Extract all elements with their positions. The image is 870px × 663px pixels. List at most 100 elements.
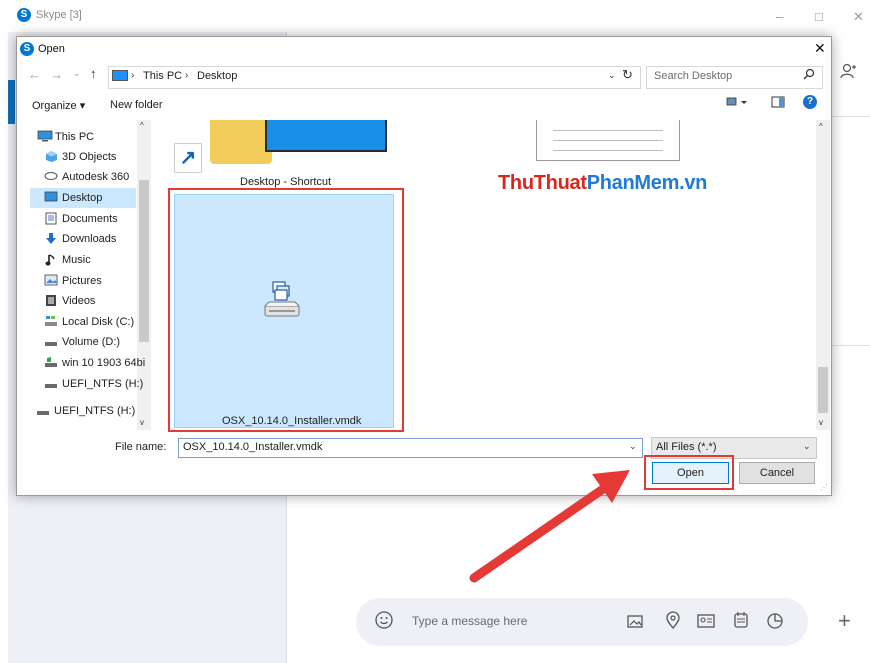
nav-item-autodesk-360[interactable]: Autodesk 360 [30, 167, 136, 187]
skype-logo-icon: S [17, 8, 31, 22]
document-line [553, 150, 663, 151]
nav-item-videos[interactable]: Videos [30, 291, 136, 311]
nav-item-label: UEFI_NTFS (H:) [54, 405, 136, 417]
breadcrumb-desktop[interactable]: Desktop [197, 70, 237, 82]
content-scrollbar-thumb[interactable] [818, 367, 828, 413]
video-icon [44, 294, 58, 307]
message-input[interactable]: Type a message here [412, 614, 527, 628]
skype-logo-icon: S [20, 42, 34, 56]
schedule-icon[interactable] [731, 610, 751, 633]
nav-item-label: UEFI_NTFS (H:) [62, 378, 144, 390]
picture-icon [44, 274, 58, 287]
resize-grip-icon[interactable]: ⋰ [820, 483, 828, 492]
drive-icon [44, 335, 58, 348]
nav-item-label: Documents [62, 213, 118, 225]
breadcrumb-this-pc[interactable]: This PC [143, 70, 182, 82]
preview-pane-icon[interactable] [771, 96, 785, 111]
chevron-down-icon[interactable]: ⌄ [608, 70, 616, 81]
nav-item-documents[interactable]: Documents [30, 209, 136, 229]
music-icon [44, 253, 58, 266]
download-icon [44, 232, 58, 245]
chevron-up-icon[interactable]: ^ [819, 122, 823, 131]
chevron-down-icon[interactable]: v [140, 418, 144, 427]
shortcut-arrow-icon: ↗ [174, 143, 202, 173]
desktop-icon [44, 191, 58, 204]
nav-item-desktop[interactable]: Desktop [30, 188, 136, 208]
nav-item-volume-d[interactable]: Volume (D:) [30, 332, 136, 352]
skype-sidebar-accent [8, 80, 15, 124]
desktop-thumbnail-icon[interactable] [265, 120, 387, 152]
file-name-value: OSX_10.14.0_Installer.vmdk [183, 441, 323, 453]
pc-icon [112, 70, 128, 81]
nav-item-pictures[interactable]: Pictures [30, 271, 136, 291]
drive-icon [44, 356, 58, 369]
pc-icon [37, 130, 53, 143]
file-name-label: File name: [115, 441, 167, 453]
breadcrumb-separator[interactable]: › [131, 70, 134, 81]
poll-icon[interactable] [765, 610, 785, 633]
file-type-value: All Files (*.*) [656, 441, 717, 453]
refresh-icon[interactable]: ↻ [622, 67, 633, 83]
search-icon[interactable] [803, 68, 815, 83]
drive-icon [44, 377, 58, 390]
nav-item-label: Downloads [62, 233, 117, 245]
nav-scrollbar-thumb[interactable] [139, 180, 149, 342]
nav-item-label: Desktop [62, 192, 103, 204]
location-icon[interactable] [663, 610, 683, 633]
breadcrumb-separator[interactable]: › [185, 70, 188, 81]
nav-item-music[interactable]: Music [30, 250, 136, 270]
chevron-down-icon[interactable]: v [819, 418, 823, 427]
dialog-close-button[interactable]: ✕ [814, 40, 826, 57]
nav-item-label: Pictures [62, 275, 102, 287]
nav-item-label: Music [62, 254, 91, 266]
add-button[interactable]: + [838, 608, 851, 634]
nav-item-label: win 10 1903 64bi [62, 357, 146, 369]
minimize-button[interactable]: – [776, 9, 783, 24]
nav-item-uefi-ntfs-h[interactable]: UEFI_NTFS (H:) [30, 374, 143, 394]
nav-item-label: Autodesk 360 [62, 171, 130, 183]
nav-item-win10[interactable]: win 10 1903 64bi [30, 353, 145, 373]
highlight-box [168, 188, 404, 432]
document-line [553, 130, 663, 131]
watermark-logo: ThuThuatPhanMem.vn [498, 172, 708, 194]
chevron-down-icon[interactable]: ⌄ [629, 441, 637, 452]
nav-item-3d-objects[interactable]: 3D Objects [30, 147, 136, 167]
drive-icon [44, 315, 58, 328]
skype-titlebar [0, 0, 870, 32]
nav-item-label: Videos [62, 295, 96, 307]
image-icon[interactable] [625, 611, 645, 634]
maximize-button[interactable]: □ [815, 9, 823, 24]
contact-card-icon[interactable] [696, 611, 716, 634]
chevron-down-icon[interactable]: ⌄ [803, 441, 811, 452]
skype-window-title: Skype [3] [36, 9, 82, 21]
nav-item-this-pc[interactable]: This PC [30, 127, 136, 147]
view-options-icon[interactable] [726, 96, 748, 111]
nav-item-downloads[interactable]: Downloads [30, 229, 136, 249]
close-button[interactable]: ✕ [853, 9, 864, 25]
person-add-icon[interactable] [840, 62, 858, 85]
emoji-icon[interactable] [374, 610, 394, 633]
up-arrow-icon[interactable]: ↑ [90, 66, 97, 81]
nav-item-label: Local Disk (C:) [62, 316, 135, 328]
cloud-icon [44, 170, 58, 183]
back-arrow-icon[interactable]: ← [28, 67, 41, 82]
divider [830, 116, 870, 117]
chevron-down-icon[interactable]: ⌄ [73, 68, 81, 79]
forward-arrow-icon[interactable]: → [50, 67, 63, 82]
folder-icon[interactable] [210, 120, 272, 164]
organize-button[interactable]: Organize ▾ [32, 99, 85, 112]
search-placeholder: Search Desktop [654, 70, 733, 82]
new-folder-button[interactable]: New folder [110, 99, 163, 111]
nav-item-label: This PC [55, 131, 95, 143]
file-label-desktop-shortcut[interactable]: Desktop - Shortcut [240, 176, 331, 188]
document-line [553, 140, 663, 141]
nav-item-uefi-ntfs-h-2[interactable]: UEFI_NTFS (H:) [30, 401, 136, 421]
cancel-button[interactable]: Cancel [739, 462, 815, 484]
chevron-up-icon[interactable]: ^ [140, 121, 144, 130]
drive-icon [36, 404, 50, 417]
highlight-box [644, 455, 734, 490]
help-icon[interactable]: ? [803, 95, 817, 109]
nav-item-label: 3D Objects [62, 151, 117, 163]
nav-item-local-disk-c[interactable]: Local Disk (C:) [30, 312, 136, 332]
cube-icon [44, 150, 58, 163]
